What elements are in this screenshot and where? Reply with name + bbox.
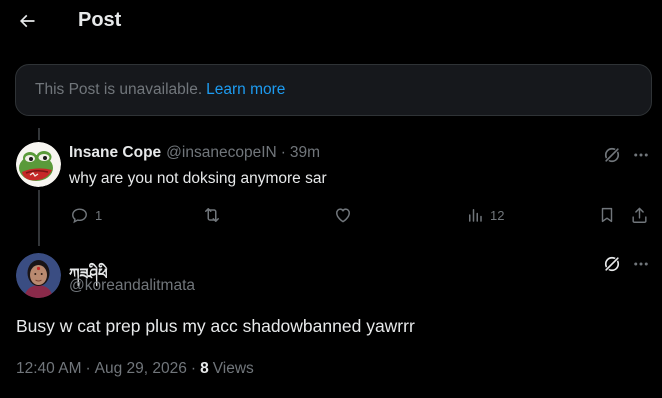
learn-more-link[interactable]: Learn more (206, 81, 285, 99)
reply-text: why are you not doksing anymore sar (69, 170, 327, 187)
more-dots-icon (634, 262, 648, 266)
reply-timestamp[interactable]: 39m (290, 144, 320, 162)
reply-header: Insane Cope @insanecopeIN · 39m (69, 144, 320, 162)
reply-display-name[interactable]: Insane Cope (69, 144, 161, 162)
reply-views-button[interactable]: 12 (466, 204, 504, 226)
reply-bookmark-button[interactable] (598, 204, 616, 226)
original-more-button[interactable] (630, 253, 652, 275)
reply-comment-button[interactable]: 1 (70, 204, 102, 226)
notice-text: This Post is unavailable. (35, 81, 203, 98)
thread-line-top (38, 128, 40, 140)
views-label: Views (212, 360, 254, 377)
analytics-icon (469, 209, 482, 222)
view-count: 8 (200, 360, 209, 377)
reply-repost-button[interactable] (202, 204, 222, 226)
frog-avatar-icon (16, 142, 61, 187)
repost-icon (205, 208, 219, 222)
reply-grok-button[interactable] (601, 144, 623, 166)
reply-more-button[interactable] (630, 144, 652, 166)
original-post-text: Busy w cat prep plus my acc shadowbanned… (16, 316, 415, 336)
more-dots-icon (634, 153, 648, 157)
page-title: Post (78, 9, 122, 31)
original-grok-button[interactable] (601, 253, 623, 275)
reply-separator: · (280, 144, 286, 161)
grok-icon (604, 147, 620, 163)
reply-avatar[interactable] (16, 142, 61, 187)
meta-separator: · (190, 360, 197, 377)
reply-count: 1 (95, 207, 103, 223)
back-button[interactable] (14, 8, 40, 34)
share-icon (632, 207, 647, 223)
reply-view-count: 12 (490, 207, 505, 223)
arrow-left-icon (19, 14, 35, 28)
user-photo-icon (16, 253, 61, 298)
post-date[interactable]: Aug 29, 2026 (95, 360, 187, 378)
meta-separator: · (85, 360, 91, 377)
reply-share-button[interactable] (630, 204, 649, 226)
top-bar: Post (0, 0, 662, 42)
original-handle[interactable]: @koreandalitmata (69, 277, 195, 295)
original-post-meta: 12:40 AM · Aug 29, 2026 · 8 Views (16, 360, 254, 378)
reply-like-button[interactable] (333, 204, 353, 226)
unavailable-notice: This Post is unavailable. Learn more (15, 64, 652, 116)
heart-icon (336, 208, 350, 223)
comment-icon (72, 207, 87, 223)
reply-handle[interactable]: @insanecopeIN (166, 144, 277, 162)
thread-line-bottom (38, 190, 40, 246)
original-avatar[interactable] (16, 253, 61, 298)
bookmark-icon (601, 207, 613, 223)
post-time[interactable]: 12:40 AM (16, 360, 82, 378)
grok-icon (604, 256, 620, 272)
